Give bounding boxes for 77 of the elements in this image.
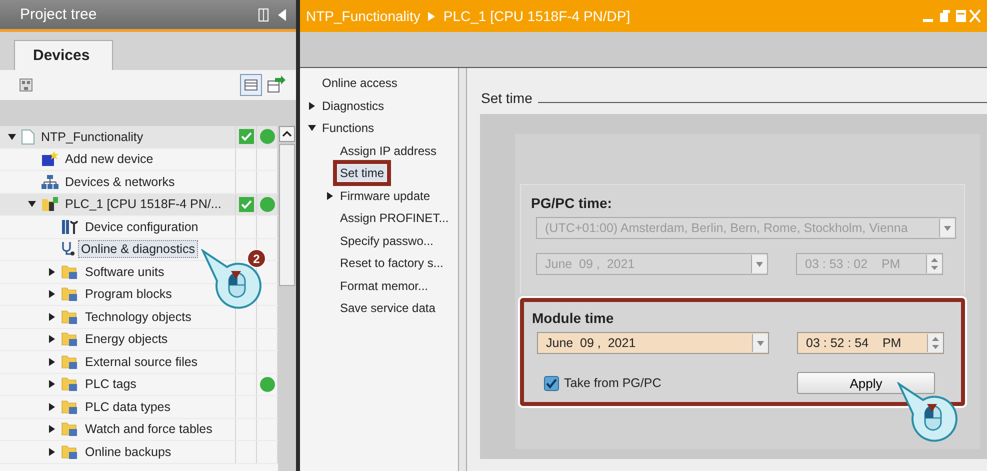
- folder-icon: [61, 331, 79, 348]
- nav-item[interactable]: Format memor...: [338, 278, 430, 294]
- scrollbar[interactable]: [278, 126, 296, 471]
- nav-item[interactable]: Reset to factory s...: [338, 255, 446, 272]
- nav-item[interactable]: Diagnostics: [320, 98, 386, 114]
- expand-arrow-icon[interactable]: [48, 358, 56, 366]
- nav-item[interactable]: Assign PROFINET...: [338, 210, 451, 226]
- document-icon: [21, 128, 35, 145]
- expand-arrow-icon[interactable]: [48, 335, 56, 344]
- network-icon: [41, 174, 59, 190]
- scroll-thumb[interactable]: [279, 144, 295, 286]
- export-icon[interactable]: [266, 75, 286, 95]
- folder-icon: [61, 264, 79, 280]
- folder-icon: [61, 376, 79, 392]
- expand-arrow-icon[interactable]: [48, 312, 56, 321]
- folder-icon: [61, 444, 79, 460]
- folder-icon: [61, 308, 79, 325]
- time-field[interactable]: 03 : 52 : 54 PM: [797, 332, 944, 354]
- group-title: PG/PC time:: [531, 195, 613, 211]
- date-field[interactable]: June 09 , 2021: [537, 332, 769, 354]
- folder-icon: [61, 354, 79, 370]
- dropdown-arrow-icon: [944, 226, 951, 230]
- nav-item[interactable]: Firmware update: [338, 188, 432, 204]
- nav-item[interactable]: Specify passwo...: [338, 232, 436, 249]
- expand-arrow-icon[interactable]: [48, 290, 56, 298]
- tree-item[interactable]: PLC tags: [82, 375, 140, 394]
- tree-item[interactable]: Add new device: [62, 150, 156, 168]
- expand-arrow-icon[interactable]: [48, 448, 56, 456]
- pane-controls-icon[interactable]: [258, 8, 288, 22]
- tree-item[interactable]: External source files: [82, 352, 201, 371]
- scroll-up-icon[interactable]: [279, 126, 295, 142]
- tree-item[interactable]: Energy objects: [82, 330, 171, 348]
- group-title: Module time: [532, 310, 615, 326]
- tree-item[interactable]: Program blocks: [82, 285, 175, 304]
- panel-title: Project tree: [20, 6, 97, 23]
- checkbox-label: Take from PG/PC: [564, 376, 662, 390]
- device-folder-icon: [41, 196, 59, 212]
- breadcrumb-arrow-icon: [428, 12, 436, 20]
- tool-icon: [61, 218, 79, 235]
- folder-icon: [61, 421, 79, 438]
- tree-item[interactable]: Technology objects: [82, 308, 194, 326]
- nav-item[interactable]: Functions: [320, 120, 376, 136]
- tree-item[interactable]: NTP_Functionality: [38, 128, 146, 146]
- star-device-icon: [41, 151, 59, 168]
- network-view-icon[interactable]: [18, 77, 34, 93]
- expand-arrow-icon[interactable]: [48, 268, 56, 276]
- tree-item[interactable]: PLC data types: [82, 398, 174, 416]
- step-badge: 2: [247, 249, 266, 268]
- expand-arrow-icon[interactable]: [48, 380, 56, 388]
- checkbox[interactable]: [544, 376, 559, 390]
- collapse-arrow-icon[interactable]: [28, 200, 36, 208]
- spinner-icon: [930, 257, 939, 271]
- table-view-icon[interactable]: [240, 74, 262, 96]
- tree-item[interactable]: Device configuration: [82, 218, 202, 236]
- devices-tab[interactable]: Devices: [14, 40, 113, 70]
- tree-item[interactable]: Online backups: [82, 442, 174, 461]
- dropdown-arrow-icon: [757, 340, 764, 346]
- tree-item[interactable]: PLC_1 [CPU 1518F-4 PN/...: [62, 195, 224, 214]
- folder-icon: [61, 286, 79, 302]
- expand-arrow-icon[interactable]: [308, 102, 316, 110]
- spinner-icon: [931, 336, 940, 350]
- folder-icon: [61, 398, 79, 415]
- expand-arrow-icon[interactable]: [48, 425, 56, 434]
- apply-button[interactable]: Apply: [797, 372, 935, 394]
- stethoscope-icon: [61, 241, 75, 258]
- section-title: Set time: [481, 90, 532, 106]
- nav-item[interactable]: Save service data: [338, 300, 438, 316]
- collapse-arrow-icon[interactable]: [8, 132, 16, 141]
- dropdown-arrow-icon: [756, 262, 763, 266]
- tree-item[interactable]: Watch and force tables: [82, 420, 216, 438]
- collapse-arrow-icon[interactable]: [308, 124, 316, 132]
- nav-item[interactable]: Assign IP address: [338, 142, 438, 159]
- expand-arrow-icon[interactable]: [48, 402, 56, 411]
- nav-item[interactable]: Set time: [338, 165, 386, 182]
- nav-item[interactable]: Online access: [320, 75, 400, 92]
- tree-item[interactable]: Devices & networks: [62, 172, 178, 191]
- expand-arrow-icon[interactable]: [326, 192, 334, 200]
